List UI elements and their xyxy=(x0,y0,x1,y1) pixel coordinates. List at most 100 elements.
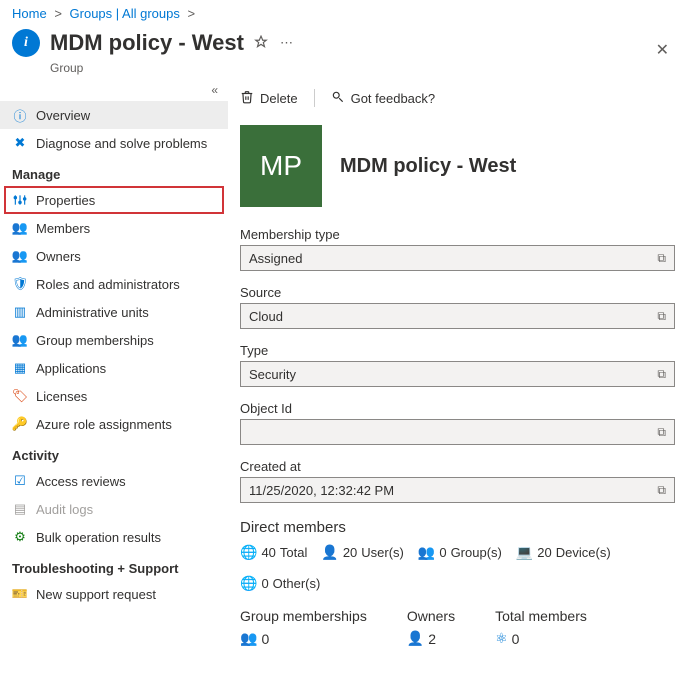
sidebar-item-label: Members xyxy=(36,221,90,236)
sidebar-item-access-reviews[interactable]: ☑ Access reviews xyxy=(0,467,228,495)
delete-button[interactable]: Delete xyxy=(240,90,298,107)
field-label: Type xyxy=(240,343,675,358)
field-membership-type: Membership type Assigned ⧉ xyxy=(240,227,675,271)
sidebar-section-manage: Manage xyxy=(0,157,228,186)
person-icon: 👤 xyxy=(407,630,424,647)
page-subtitle: Group xyxy=(38,61,687,81)
group-name: MDM policy - West xyxy=(340,155,516,178)
breadcrumb: Home > Groups | All groups > xyxy=(0,0,687,25)
main-content: Delete Got feedback? MP MDM policy - Wes… xyxy=(228,81,687,647)
field-value-box: 11/25/2020, 12:32:42 PM ⧉ xyxy=(240,477,675,503)
info-icon: i xyxy=(12,29,40,57)
field-value: 11/25/2020, 12:32:42 PM xyxy=(249,483,394,498)
stat-others: 🌐 0 Other(s) xyxy=(240,575,320,592)
sidebar-item-diagnose[interactable]: ✖ Diagnose and solve problems xyxy=(0,129,228,157)
info-icon: ⓘ xyxy=(12,107,28,123)
summary-total-members: Total members ⚛ 0 xyxy=(495,608,587,647)
stat-count: 40 xyxy=(261,545,275,560)
people-icon: 👥 xyxy=(12,220,28,236)
summary-group-memberships: Group memberships 👥 0 xyxy=(240,608,367,647)
grid-icon: ▦ xyxy=(12,360,28,376)
field-label: Object Id xyxy=(240,401,675,416)
pin-icon[interactable] xyxy=(254,35,268,52)
field-object-id: Object Id ⧉ xyxy=(240,401,675,445)
field-value: Security xyxy=(249,367,296,382)
sidebar-item-label: Owners xyxy=(36,249,81,264)
copy-icon[interactable]: ⧉ xyxy=(657,483,666,498)
stat-label: Other(s) xyxy=(273,576,321,591)
stat-label: User(s) xyxy=(361,545,404,560)
direct-members-row: 🌐 40 Total 👤 20 User(s) 👥 0 Group(s) 💻 2… xyxy=(240,544,675,592)
delete-label: Delete xyxy=(260,91,298,106)
sidebar-item-roles[interactable]: 🛡 Roles and administrators xyxy=(0,270,228,298)
stat-total: 🌐 40 Total xyxy=(240,544,307,561)
gears-icon: ⚙ xyxy=(12,529,28,545)
summary-title: Group memberships xyxy=(240,608,367,624)
more-icon[interactable]: ⋯ xyxy=(280,35,293,51)
sidebar-item-bulk[interactable]: ⚙ Bulk operation results xyxy=(0,523,228,551)
sidebar-item-properties[interactable]: Properties xyxy=(4,186,224,214)
sidebar-item-owners[interactable]: 👥 Owners xyxy=(0,242,228,270)
feedback-button[interactable]: Got feedback? xyxy=(331,90,436,107)
stat-label: Device(s) xyxy=(556,545,611,560)
summary-count: 0 xyxy=(512,631,520,647)
people-icon: 👥 xyxy=(12,248,28,264)
sidebar-item-label: Bulk operation results xyxy=(36,530,161,545)
people-icon: 👥 xyxy=(240,630,257,647)
sidebar-item-label: Access reviews xyxy=(36,474,126,489)
globe-icon: 🌐 xyxy=(240,575,257,592)
sidebar-item-members[interactable]: 👥 Members xyxy=(0,214,228,242)
close-icon[interactable]: ✕ xyxy=(656,40,669,60)
sidebar-item-azure-roles[interactable]: 🔑 Azure role assignments xyxy=(0,410,228,438)
feedback-icon xyxy=(331,90,345,107)
sliders-icon xyxy=(12,192,28,208)
device-icon: 💻 xyxy=(516,544,533,561)
toolbar-divider xyxy=(314,89,315,107)
trash-icon xyxy=(240,90,254,107)
group-icon: 👥 xyxy=(12,332,28,348)
copy-icon[interactable]: ⧉ xyxy=(657,425,666,440)
sidebar-item-licenses[interactable]: 🏷 Licenses xyxy=(0,382,228,410)
sidebar-item-audit-logs[interactable]: ▤ Audit logs xyxy=(0,495,228,523)
support-icon: 🎫 xyxy=(12,586,28,602)
field-value-box: ⧉ xyxy=(240,419,675,445)
page-title: MDM policy - West xyxy=(50,30,244,56)
key-icon: 🔑 xyxy=(12,416,28,432)
sidebar-item-group-memberships[interactable]: 👥 Group memberships xyxy=(0,326,228,354)
field-value-box: Cloud ⧉ xyxy=(240,303,675,329)
sidebar-item-label: Diagnose and solve problems xyxy=(36,136,207,151)
stat-label: Group(s) xyxy=(451,545,502,560)
sidebar-item-overview[interactable]: ⓘ Overview xyxy=(0,101,228,129)
copy-icon[interactable]: ⧉ xyxy=(657,367,666,382)
sidebar-section-trouble: Troubleshooting + Support xyxy=(0,551,228,580)
copy-icon[interactable]: ⧉ xyxy=(657,251,666,266)
toolbar: Delete Got feedback? xyxy=(240,81,675,117)
globe-icon: 🌐 xyxy=(240,544,257,561)
copy-icon[interactable]: ⧉ xyxy=(657,309,666,324)
org-icon: ▥ xyxy=(12,304,28,320)
field-value: Cloud xyxy=(249,309,283,324)
field-type: Type Security ⧉ xyxy=(240,343,675,387)
sidebar-item-support[interactable]: 🎫 New support request xyxy=(0,580,228,608)
sidebar-item-admin-units[interactable]: ▥ Administrative units xyxy=(0,298,228,326)
list-check-icon: ☑ xyxy=(12,473,28,489)
sidebar-item-applications[interactable]: ▦ Applications xyxy=(0,354,228,382)
field-value: Assigned xyxy=(249,251,302,266)
collapse-sidebar-icon[interactable]: « xyxy=(0,81,228,101)
summary-count: 2 xyxy=(428,631,436,647)
stat-groups: 👥 0 Group(s) xyxy=(418,544,502,561)
sidebar-item-label: Licenses xyxy=(36,389,87,404)
breadcrumb-groups[interactable]: Groups | All groups xyxy=(70,6,180,21)
field-value-box: Assigned ⧉ xyxy=(240,245,675,271)
breadcrumb-home[interactable]: Home xyxy=(12,6,47,21)
shield-person-icon: 🛡 xyxy=(12,276,28,292)
field-label: Source xyxy=(240,285,675,300)
summary-owners: Owners 👤 2 xyxy=(407,608,455,647)
sidebar-item-label: Audit logs xyxy=(36,502,93,517)
hero: MP MDM policy - West xyxy=(240,117,675,227)
sidebar-item-label: Roles and administrators xyxy=(36,277,180,292)
sidebar-item-label: Applications xyxy=(36,361,106,376)
sidebar-section-activity: Activity xyxy=(0,438,228,467)
summary-title: Owners xyxy=(407,608,455,624)
stat-devices: 💻 20 Device(s) xyxy=(516,544,611,561)
